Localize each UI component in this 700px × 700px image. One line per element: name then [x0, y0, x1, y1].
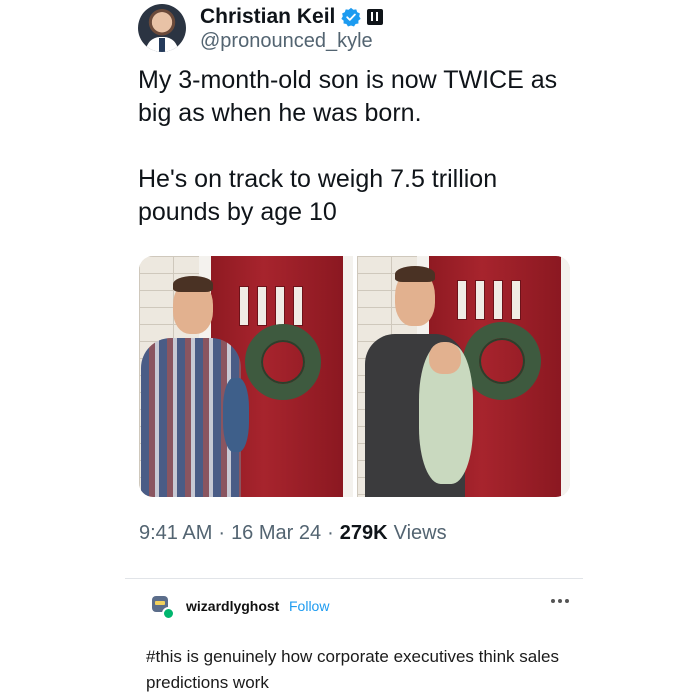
father-hair	[173, 276, 213, 292]
commenter-avatar[interactable]	[150, 595, 175, 620]
affiliate-badge-icon	[367, 9, 384, 25]
wreath	[245, 324, 321, 400]
more-dot	[558, 599, 562, 603]
newborn-baby	[223, 378, 249, 452]
door-window-pane	[492, 280, 503, 320]
verified-badge-icon	[341, 7, 362, 27]
tweet-meta: 9:41 AM · 16 Mar 24 · 279K Views	[139, 522, 447, 545]
door-window-pane	[239, 286, 249, 326]
section-divider	[125, 578, 583, 579]
tweet-paragraph-1: My 3-month-old son is now TWICE as big a…	[138, 66, 558, 127]
author-name-row: Christian Keil	[200, 4, 384, 30]
avatar-tie	[159, 38, 165, 52]
tweet-text: My 3-month-old son is now TWICE as big a…	[138, 64, 578, 262]
views-label: Views	[393, 522, 447, 544]
follow-button[interactable]: Follow	[289, 598, 329, 614]
door-window-pane	[257, 286, 267, 326]
views-count: 279K	[339, 522, 388, 544]
door-window-pane	[293, 286, 303, 326]
photo-newborn[interactable]	[139, 256, 353, 497]
author-handle[interactable]: @pronounced_kyle	[200, 30, 373, 53]
author-display-name[interactable]: Christian Keil	[200, 5, 335, 29]
door-window-pane	[456, 280, 467, 320]
wreath	[462, 322, 541, 400]
more-options-icon[interactable]	[551, 599, 569, 603]
reblog-badge-icon	[162, 607, 175, 620]
meta-separator: ·	[218, 522, 226, 544]
commenter-username[interactable]: wizardlyghost	[186, 598, 279, 614]
more-dot	[565, 599, 569, 603]
tweet-paragraph-2: He's on track to weigh 7.5 trillion poun…	[138, 165, 498, 226]
comment-text: #this is genuinely how corporate executi…	[146, 647, 559, 692]
baby-head	[428, 342, 461, 374]
door-window-pane	[474, 280, 485, 320]
father-hair	[394, 266, 435, 282]
door-window-pane	[510, 280, 521, 320]
more-dot	[551, 599, 555, 603]
door-window-pane	[275, 286, 285, 326]
author-avatar[interactable]	[138, 4, 186, 52]
tweet-time[interactable]: 9:41 AM	[139, 522, 212, 545]
tweet-date[interactable]: 16 Mar 24	[231, 522, 321, 545]
meta-separator: ·	[327, 522, 334, 544]
photo-three-month[interactable]	[356, 256, 570, 497]
tweet-media-grid	[139, 256, 570, 497]
